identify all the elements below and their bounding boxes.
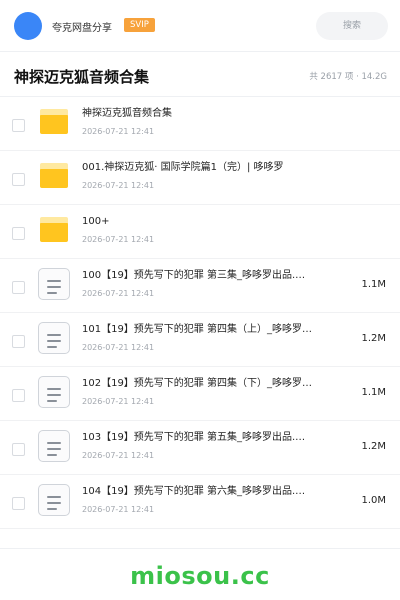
- watermark: miosou.cc: [130, 562, 270, 590]
- file-size: 1.1M: [361, 387, 386, 398]
- file-size: 1.2M: [361, 441, 386, 452]
- search-input[interactable]: 搜索: [316, 12, 388, 40]
- folder-icon: [40, 109, 68, 134]
- top-bar: 夸克网盘分享 SVIP 搜索: [0, 0, 400, 52]
- file-date: 2026-07-21 12:41: [82, 505, 155, 514]
- file-name: 102【19】预先写下的犯罪 第四集（下）_哆哆罗…: [82, 378, 312, 389]
- select-checkbox[interactable]: [12, 173, 25, 186]
- search-placeholder: 搜索: [342, 21, 361, 31]
- select-checkbox[interactable]: [12, 389, 25, 402]
- file-name: 神探迈克狐音频合集: [82, 108, 172, 119]
- footer-divider: [0, 548, 400, 549]
- select-checkbox[interactable]: [12, 227, 25, 240]
- list-item[interactable]: 102【19】预先写下的犯罪 第四集（下）_哆哆罗… 2026-07-21 12…: [0, 367, 400, 421]
- list-item[interactable]: 104【19】预先写下的犯罪 第六集_哆哆罗出品.… 2026-07-21 12…: [0, 475, 400, 529]
- list-item[interactable]: 100+ 2026-07-21 12:41: [0, 205, 400, 259]
- file-name: 101【19】预先写下的犯罪 第四集（上）_哆哆罗…: [82, 324, 312, 335]
- folder-icon: [40, 163, 68, 188]
- file-name: 103【19】预先写下的犯罪 第五集_哆哆罗出品.…: [82, 432, 306, 443]
- select-checkbox[interactable]: [12, 497, 25, 510]
- file-date: 2026-07-21 12:41: [82, 343, 155, 352]
- list-item[interactable]: 103【19】预先写下的犯罪 第五集_哆哆罗出品.… 2026-07-21 12…: [0, 421, 400, 475]
- file-date: 2026-07-21 12:41: [82, 181, 155, 190]
- file-size: 1.2M: [361, 333, 386, 344]
- document-icon: [38, 430, 70, 462]
- svip-badge: SVIP: [124, 18, 155, 32]
- document-icon: [38, 484, 70, 516]
- folder-summary: 共 2617 项 · 14.2G: [309, 72, 387, 82]
- page-title: 神探迈克狐音频合集: [14, 68, 150, 86]
- document-icon: [38, 268, 70, 300]
- folder-icon: [40, 217, 68, 242]
- file-name: 100【19】预先写下的犯罪 第三集_哆哆罗出品.…: [82, 270, 306, 281]
- file-size: 1.0M: [361, 495, 386, 506]
- select-checkbox[interactable]: [12, 281, 25, 294]
- file-date: 2026-07-21 12:41: [82, 289, 155, 298]
- list-item[interactable]: 神探迈克狐音频合集 2026-07-21 12:41: [0, 97, 400, 151]
- avatar[interactable]: [14, 12, 42, 40]
- file-name: 100+: [82, 216, 110, 227]
- file-name: 001.神探迈克狐· 国际学院篇1（完）| 哆哆罗: [82, 162, 284, 173]
- list-item[interactable]: 100【19】预先写下的犯罪 第三集_哆哆罗出品.… 2026-07-21 12…: [0, 259, 400, 313]
- file-name: 104【19】预先写下的犯罪 第六集_哆哆罗出品.…: [82, 486, 306, 497]
- select-checkbox[interactable]: [12, 119, 25, 132]
- list-item[interactable]: 001.神探迈克狐· 国际学院篇1（完）| 哆哆罗 2026-07-21 12:…: [0, 151, 400, 205]
- file-date: 2026-07-21 12:41: [82, 451, 155, 460]
- document-icon: [38, 376, 70, 408]
- share-name: 夸克网盘分享: [52, 23, 112, 34]
- select-checkbox[interactable]: [12, 335, 25, 348]
- select-checkbox[interactable]: [12, 443, 25, 456]
- list-item[interactable]: 101【19】预先写下的犯罪 第四集（上）_哆哆罗… 2026-07-21 12…: [0, 313, 400, 367]
- file-size: 1.1M: [361, 279, 386, 290]
- file-date: 2026-07-21 12:41: [82, 397, 155, 406]
- document-icon: [38, 322, 70, 354]
- file-date: 2026-07-21 12:41: [82, 235, 155, 244]
- file-date: 2026-07-21 12:41: [82, 127, 155, 136]
